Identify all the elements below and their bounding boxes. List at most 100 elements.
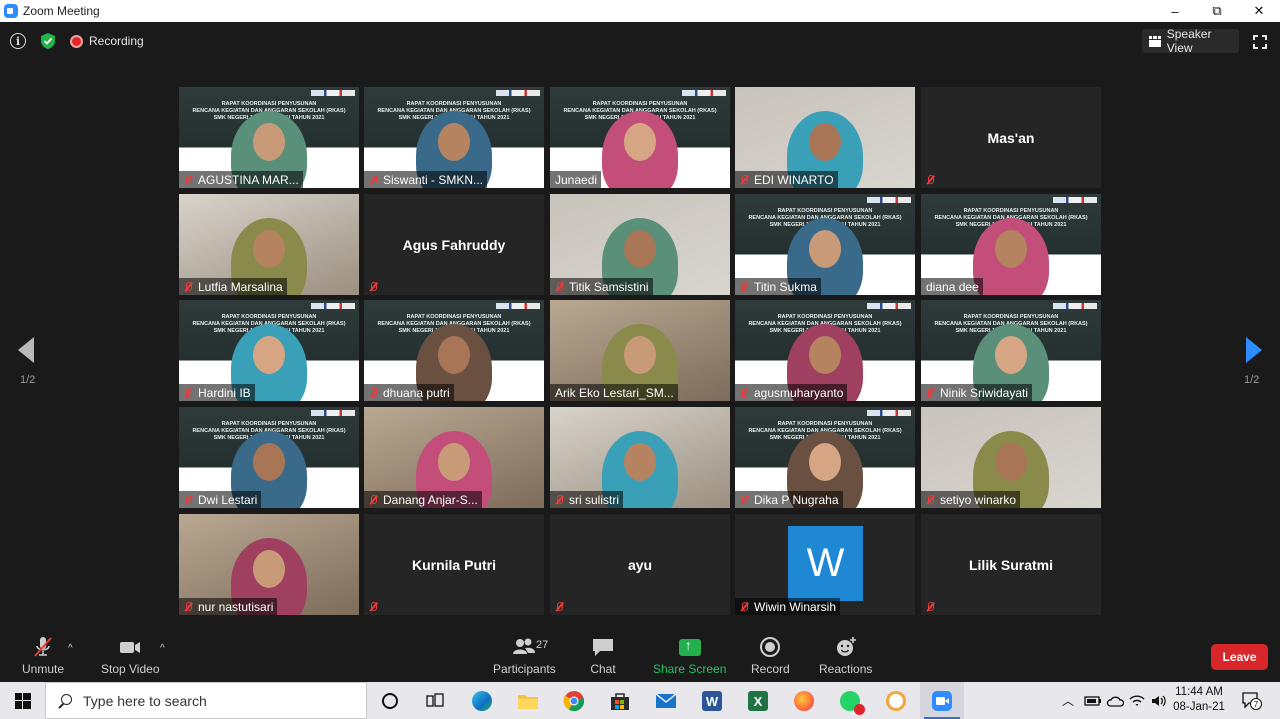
- audio-options-chevron-icon[interactable]: ^: [68, 643, 73, 654]
- participant-figure: [973, 218, 1049, 295]
- reactions-label: Reactions: [819, 662, 873, 676]
- onedrive-cloud-icon[interactable]: [1106, 694, 1124, 708]
- leave-button[interactable]: Leave: [1211, 644, 1268, 670]
- participant-tile[interactable]: Agus Fahruddy: [364, 194, 544, 295]
- participant-name-bar: [550, 598, 570, 615]
- microsoft-word-icon[interactable]: W: [698, 687, 726, 715]
- firefox-browser-icon[interactable]: [790, 687, 818, 715]
- notification-count: 7: [1250, 698, 1262, 710]
- muted-microphone-icon: [181, 493, 195, 507]
- participant-name-bar: Ninik Sriwidayati: [921, 384, 1033, 401]
- share-screen-icon: [678, 637, 701, 656]
- previous-page-arrow-icon[interactable]: [18, 337, 34, 363]
- cortana-icon[interactable]: [376, 687, 404, 715]
- participant-tile[interactable]: RAPAT KOORDINASI PENYUSUNAN RENCANA KEGIA…: [179, 407, 359, 508]
- muted-microphone-icon: [737, 600, 751, 614]
- participant-tile[interactable]: ayu: [550, 514, 730, 615]
- participant-name: Danang Anjar-S...: [383, 492, 478, 507]
- volume-icon[interactable]: [1150, 694, 1168, 708]
- participant-tile[interactable]: RAPAT KOORDINASI PENYUSUNAN RENCANA KEGIA…: [364, 87, 544, 188]
- microsoft-store-icon[interactable]: [606, 687, 634, 715]
- close-button[interactable]: ✕: [1238, 0, 1280, 22]
- mail-icon[interactable]: [652, 687, 680, 715]
- muted-microphone-icon: [181, 600, 195, 614]
- recording-indicator[interactable]: Recording: [70, 31, 144, 51]
- participant-tile[interactable]: RAPAT KOORDINASI PENYUSUNAN RENCANA KEGIA…: [921, 194, 1101, 295]
- next-page-arrow-icon[interactable]: [1246, 337, 1262, 363]
- participant-tile[interactable]: RAPAT KOORDINASI PENYUSUNAN RENCANA KEGIA…: [550, 87, 730, 188]
- show-hidden-icons-chevron-icon[interactable]: ︿: [1062, 692, 1080, 709]
- system-tray: ︿: [1062, 682, 1168, 719]
- taskbar-search-input[interactable]: [83, 692, 343, 709]
- participant-tile[interactable]: RAPAT KOORDINASI PENYUSUNAN RENCANA KEGIA…: [735, 194, 915, 295]
- participant-tile[interactable]: Titik Samsistini: [550, 194, 730, 295]
- participant-name-bar: sri sulistri: [550, 491, 623, 508]
- slide-logos: [496, 90, 540, 96]
- share-screen-button[interactable]: Share Screen: [653, 636, 726, 676]
- participant-tile[interactable]: Lutfia Marsalina: [179, 194, 359, 295]
- participant-tile[interactable]: EDI WINARTO: [735, 87, 915, 188]
- participant-tile[interactable]: RAPAT KOORDINASI PENYUSUNAN RENCANA KEGIA…: [921, 300, 1101, 401]
- stop-video-button[interactable]: Stop Video: [101, 636, 160, 676]
- meeting-info-icon[interactable]: i: [10, 33, 26, 49]
- taskbar-search[interactable]: [45, 682, 367, 719]
- zoom-meeting-window: Zoom Meeting – ⧉ ✕ i Recording Speaker V…: [0, 0, 1280, 719]
- reactions-button[interactable]: Reactions: [819, 636, 872, 676]
- slide-logos: [867, 410, 911, 416]
- maximize-button[interactable]: ⧉: [1196, 0, 1238, 22]
- participant-name-bar: EDI WINARTO: [735, 171, 838, 188]
- battery-icon[interactable]: [1084, 694, 1102, 708]
- whatsapp-icon[interactable]: [836, 687, 865, 715]
- microsoft-excel-icon[interactable]: X: [744, 687, 772, 715]
- windows-taskbar: W X ︿ 11:44 AM 08-Jan-21 7: [0, 682, 1280, 719]
- participant-face: [624, 336, 656, 374]
- brave-browser-icon[interactable]: [882, 687, 910, 715]
- participant-tile[interactable]: Danang Anjar-S...: [364, 407, 544, 508]
- task-view-icon[interactable]: [421, 687, 449, 715]
- participant-face: [438, 123, 470, 161]
- edge-browser-icon[interactable]: [468, 687, 496, 715]
- participant-tile[interactable]: Mas'an: [921, 87, 1101, 188]
- participant-tile[interactable]: RAPAT KOORDINASI PENYUSUNAN RENCANA KEGIA…: [179, 87, 359, 188]
- participant-name: Wiwin Winarsih: [754, 599, 837, 614]
- participant-name-bar: diana dee: [921, 278, 983, 295]
- video-camera-icon: [120, 642, 141, 653]
- participant-name: Siswanti - SMKN...: [383, 172, 484, 187]
- encryption-shield-icon[interactable]: [40, 32, 56, 50]
- record-button[interactable]: Record: [751, 636, 790, 676]
- participant-tile[interactable]: Lilik Suratmi: [921, 514, 1101, 615]
- participant-tile[interactable]: RAPAT KOORDINASI PENYUSUNAN RENCANA KEGIA…: [179, 300, 359, 401]
- start-button[interactable]: [0, 682, 45, 719]
- slide-logos: [867, 197, 911, 203]
- speaker-view-button[interactable]: Speaker View: [1142, 27, 1239, 55]
- clock-time: 11:44 AM: [1175, 686, 1223, 698]
- participant-tile[interactable]: Arik Eko Lestari_SM...: [550, 300, 730, 401]
- participant-tile[interactable]: setiyo winarko: [921, 407, 1101, 508]
- file-explorer-icon[interactable]: [514, 687, 542, 715]
- slide-text-line: RAPAT KOORDINASI PENYUSUNAN: [777, 314, 873, 320]
- video-options-chevron-icon[interactable]: ^: [160, 643, 165, 654]
- participant-tile[interactable]: nur nastutisari: [179, 514, 359, 615]
- participant-tile[interactable]: RAPAT KOORDINASI PENYUSUNAN RENCANA KEGIA…: [735, 407, 915, 508]
- muted-microphone-icon: [923, 600, 937, 614]
- chat-button[interactable]: Chat: [590, 636, 616, 676]
- participant-name-bar: Dwi Lestari: [179, 491, 262, 508]
- minimize-button[interactable]: –: [1154, 0, 1196, 22]
- muted-microphone-icon: [923, 386, 937, 400]
- wifi-icon[interactable]: [1128, 694, 1146, 708]
- participant-tile[interactable]: sri sulistri: [550, 407, 730, 508]
- participant-tile[interactable]: RAPAT KOORDINASI PENYUSUNAN RENCANA KEGIA…: [735, 300, 915, 401]
- slide-text-line: RAPAT KOORDINASI PENYUSUNAN: [406, 314, 502, 320]
- participant-face: [624, 230, 656, 268]
- chrome-browser-icon[interactable]: [560, 687, 588, 715]
- taskbar-clock[interactable]: 11:44 AM 08-Jan-21: [1168, 685, 1230, 715]
- zoom-taskbar-icon[interactable]: [920, 682, 964, 719]
- participant-tile[interactable]: Kurnila Putri: [364, 514, 544, 615]
- unmute-button[interactable]: Unmute: [22, 636, 64, 676]
- action-center-button[interactable]: 7: [1241, 691, 1262, 710]
- participant-tile[interactable]: W Wiwin Winarsih: [735, 514, 915, 615]
- clock-date: 08-Jan-21: [1173, 701, 1225, 713]
- fullscreen-icon[interactable]: [1253, 35, 1267, 49]
- participant-name: agusmuharyanto: [754, 385, 844, 400]
- participant-tile[interactable]: RAPAT KOORDINASI PENYUSUNAN RENCANA KEGIA…: [364, 300, 544, 401]
